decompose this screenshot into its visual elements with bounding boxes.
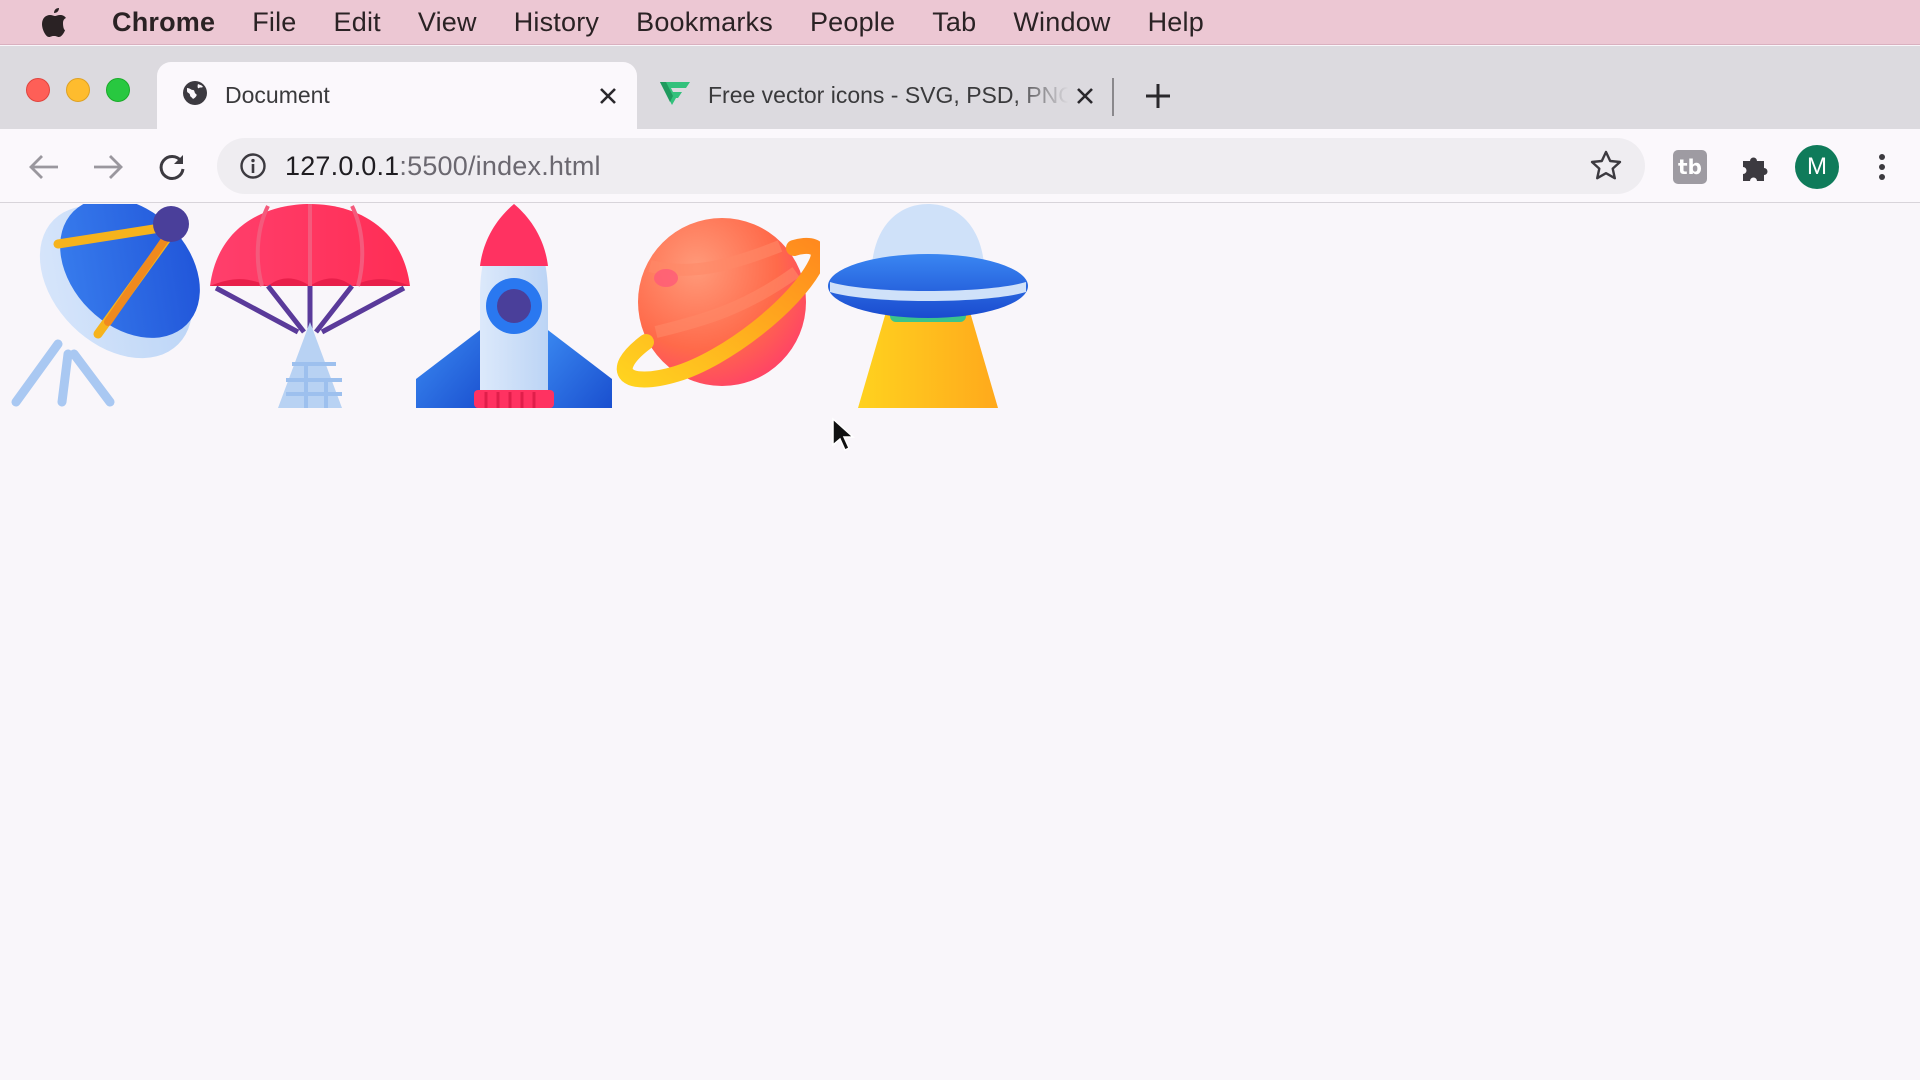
planet-icon xyxy=(616,204,827,408)
close-tab-icon[interactable] xyxy=(591,79,625,113)
url-text: 127.0.0.1:5500/index.html xyxy=(285,151,601,182)
flaticon-logo-icon xyxy=(658,79,692,113)
menu-history[interactable]: History xyxy=(514,7,599,38)
menu-help[interactable]: Help xyxy=(1148,7,1204,38)
url-host: 127.0.0.1 xyxy=(285,150,400,181)
forward-arrow-icon[interactable] xyxy=(88,147,128,187)
menu-chrome[interactable]: Chrome xyxy=(112,7,215,38)
reload-icon[interactable] xyxy=(152,147,192,187)
menu-edit[interactable]: Edit xyxy=(334,7,381,38)
tab-separator xyxy=(1112,78,1114,116)
url-path: :5500/index.html xyxy=(399,150,601,181)
rocket-icon xyxy=(412,204,616,409)
menu-bookmarks[interactable]: Bookmarks xyxy=(636,7,773,38)
page-content xyxy=(0,198,1920,1080)
menu-tab[interactable]: Tab xyxy=(932,7,976,38)
ufo-icon xyxy=(826,204,1030,408)
extensions-puzzle-icon[interactable] xyxy=(1735,147,1775,187)
parachute-icon xyxy=(208,204,412,408)
profile-avatar[interactable]: M xyxy=(1795,145,1839,189)
tab-title: Document xyxy=(225,82,330,108)
maximize-window-button[interactable] xyxy=(106,78,130,102)
bookmark-star-icon[interactable] xyxy=(1589,149,1623,183)
menu-view[interactable]: View xyxy=(418,7,477,38)
new-tab-plus-icon[interactable] xyxy=(1140,78,1176,114)
menu-file[interactable]: File xyxy=(252,7,296,38)
macos-menu-bar: Chrome File Edit View History Bookmarks … xyxy=(0,0,1920,45)
close-window-button[interactable] xyxy=(26,78,50,102)
apple-logo-icon[interactable] xyxy=(40,6,70,38)
tabbed-extension-icon[interactable]: tb xyxy=(1673,150,1707,184)
globe-icon xyxy=(181,79,209,113)
tab-document[interactable]: Document xyxy=(157,62,637,129)
mouse-pointer-icon xyxy=(831,417,855,453)
tab-flaticon[interactable]: Free vector icons - SVG, PSD, PNG xyxy=(648,62,1114,129)
tab-title: Free vector icons - SVG, PSD, PNG xyxy=(708,82,1068,108)
menu-window[interactable]: Window xyxy=(1013,7,1110,38)
menu-people[interactable]: People xyxy=(810,7,895,38)
back-arrow-icon[interactable] xyxy=(24,147,64,187)
close-tab-icon[interactable] xyxy=(1068,79,1102,113)
info-circle-icon[interactable] xyxy=(237,150,269,182)
satellite-dish-icon xyxy=(8,198,212,408)
minimize-window-button[interactable] xyxy=(66,78,90,102)
address-bar[interactable]: 127.0.0.1:5500/index.html xyxy=(217,138,1645,194)
more-menu-icon[interactable] xyxy=(1862,147,1902,187)
